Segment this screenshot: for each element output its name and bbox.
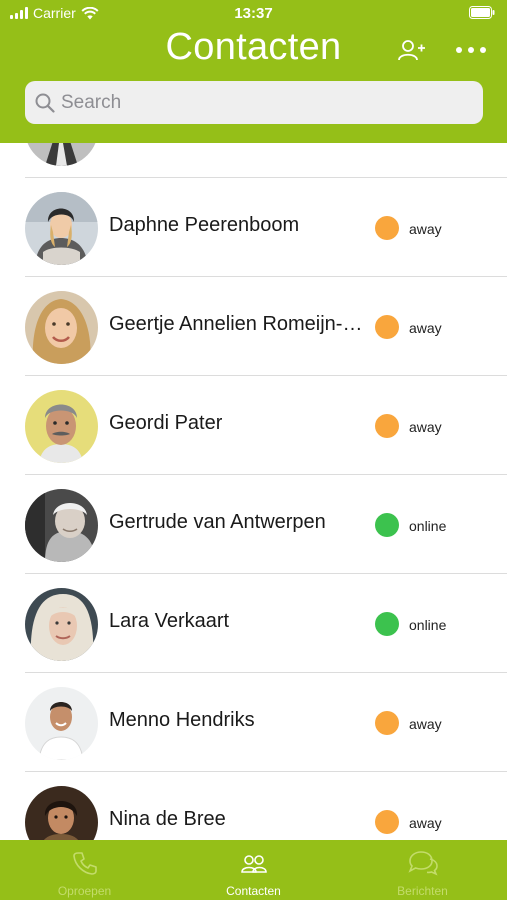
phone-icon: [0, 850, 169, 876]
status-label: away: [409, 221, 442, 237]
status-indicator: [375, 315, 399, 339]
header-bar: Carrier 13:37 Contacten: [0, 0, 507, 143]
avatar: [25, 489, 98, 562]
contacts-icon: [169, 850, 338, 876]
contact-row[interactable]: Geertje Annelien Romeijn-Snijders away: [0, 277, 507, 376]
contact-name: Lara Verkaart: [109, 610, 230, 632]
search-bar[interactable]: [25, 81, 483, 124]
add-person-icon: [398, 40, 425, 61]
title-row: Contacten: [0, 24, 507, 70]
status-label: away: [409, 320, 442, 336]
avatar: [25, 143, 98, 166]
contact-row[interactable]: Nina de Bree away: [0, 772, 507, 840]
contact-name: Geertje Annelien Romeijn-Snijders: [109, 313, 363, 335]
more-dot-icon: [468, 47, 474, 53]
contact-row[interactable]: Daphne Peerenboom away: [0, 178, 507, 277]
contact-list[interactable]: Daphne Peerenboom away Geertje Annelien …: [0, 143, 507, 840]
avatar: [25, 390, 98, 463]
avatar: [25, 786, 98, 840]
status-label: away: [409, 419, 442, 435]
search-input[interactable]: [61, 91, 461, 114]
clock: 13:37: [234, 5, 273, 22]
more-dot-icon: [480, 47, 486, 53]
avatar: [25, 192, 98, 265]
contact-row[interactable]: Lara Verkaart online: [0, 574, 507, 673]
contact-row[interactable]: Menno Hendriks away: [0, 673, 507, 772]
status-indicator: [375, 513, 399, 537]
tab-oproepen[interactable]: Oproepen: [0, 840, 169, 900]
contact-name: Nina de Bree: [109, 808, 226, 830]
tab-label: Oproepen: [57, 884, 112, 898]
status-indicator: [375, 810, 399, 834]
status-label: online: [409, 518, 447, 534]
tab-contacten[interactable]: Contacten: [169, 840, 338, 900]
contact-name: Gertrude van Antwerpen: [109, 511, 326, 533]
status-indicator: [375, 414, 399, 438]
contact-name: Geordi Pater: [109, 412, 223, 434]
battery-icon: [469, 6, 495, 22]
avatar: [25, 687, 98, 760]
more-dot-icon: [456, 47, 462, 53]
more-options-button[interactable]: [456, 38, 486, 62]
contact-name: Daphne Peerenboom: [109, 214, 300, 236]
status-label: away: [409, 815, 442, 831]
tab-berichten[interactable]: Berichten: [338, 840, 507, 900]
status-label: online: [409, 617, 447, 633]
contact-name: Menno Hendriks: [109, 709, 255, 731]
avatar: [25, 588, 98, 661]
chat-icon: [338, 850, 507, 876]
tab-label: Berichten: [397, 884, 448, 898]
tab-bar: Oproepen Contacten Berichten: [0, 840, 507, 900]
contact-row[interactable]: Gertrude van Antwerpen online: [0, 475, 507, 574]
status-indicator: [375, 216, 399, 240]
avatar: [25, 291, 98, 364]
page-title: Contacten: [165, 26, 342, 68]
status-indicator: [375, 711, 399, 735]
add-contact-button[interactable]: [398, 38, 426, 62]
contact-row[interactable]: Geordi Pater away: [0, 376, 507, 475]
search-icon: [35, 93, 55, 113]
status-label: away: [409, 716, 442, 732]
contact-row[interactable]: [0, 143, 507, 178]
tab-label: Contacten: [226, 884, 281, 898]
status-indicator: [375, 612, 399, 636]
